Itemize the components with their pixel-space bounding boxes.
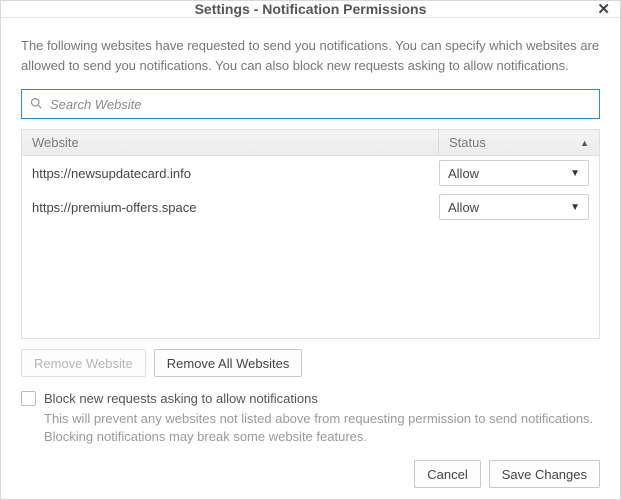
status-value: Allow	[448, 200, 479, 215]
remove-all-button[interactable]: Remove All Websites	[154, 349, 303, 377]
column-website-label: Website	[32, 135, 79, 150]
intro-text: The following websites have requested to…	[21, 36, 600, 75]
table-row[interactable]: https://newsupdatecard.info Allow ▼	[22, 156, 599, 190]
dialog-content: The following websites have requested to…	[1, 18, 620, 500]
chevron-down-icon: ▼	[570, 202, 580, 213]
search-field[interactable]	[21, 89, 600, 119]
website-cell: https://premium-offers.space	[22, 200, 439, 215]
titlebar: Settings - Notification Permissions ✕	[1, 1, 620, 18]
table-body: https://newsupdatecard.info Allow ▼ http…	[22, 156, 599, 338]
block-label: Block new requests asking to allow notif…	[44, 391, 318, 406]
dialog-title: Settings - Notification Permissions	[195, 1, 427, 17]
status-value: Allow	[448, 166, 479, 181]
table-row[interactable]: https://premium-offers.space Allow ▼	[22, 190, 599, 224]
column-status[interactable]: Status ▲	[439, 130, 599, 155]
sort-up-icon: ▲	[580, 138, 589, 148]
cancel-button[interactable]: Cancel	[414, 460, 480, 488]
action-row: Remove Website Remove All Websites	[21, 349, 600, 377]
table-header: Website Status ▲	[22, 130, 599, 156]
save-button[interactable]: Save Changes	[489, 460, 600, 488]
website-cell: https://newsupdatecard.info	[22, 166, 439, 181]
block-description: This will prevent any websites not liste…	[44, 410, 600, 446]
settings-dialog: Settings - Notification Permissions ✕ Th…	[0, 0, 621, 500]
column-status-label: Status	[449, 135, 486, 150]
block-checkbox[interactable]	[21, 391, 36, 406]
chevron-down-icon: ▼	[570, 168, 580, 179]
block-section: Block new requests asking to allow notif…	[21, 391, 600, 446]
permissions-table: Website Status ▲ https://newsupdatecard.…	[21, 129, 600, 339]
status-dropdown[interactable]: Allow ▼	[439, 160, 589, 186]
footer: Cancel Save Changes	[21, 446, 600, 488]
search-icon	[30, 97, 48, 112]
status-dropdown[interactable]: Allow ▼	[439, 194, 589, 220]
close-icon[interactable]: ✕	[597, 0, 610, 18]
search-input[interactable]	[48, 96, 591, 113]
remove-website-button[interactable]: Remove Website	[21, 349, 146, 377]
column-website[interactable]: Website	[22, 130, 439, 155]
